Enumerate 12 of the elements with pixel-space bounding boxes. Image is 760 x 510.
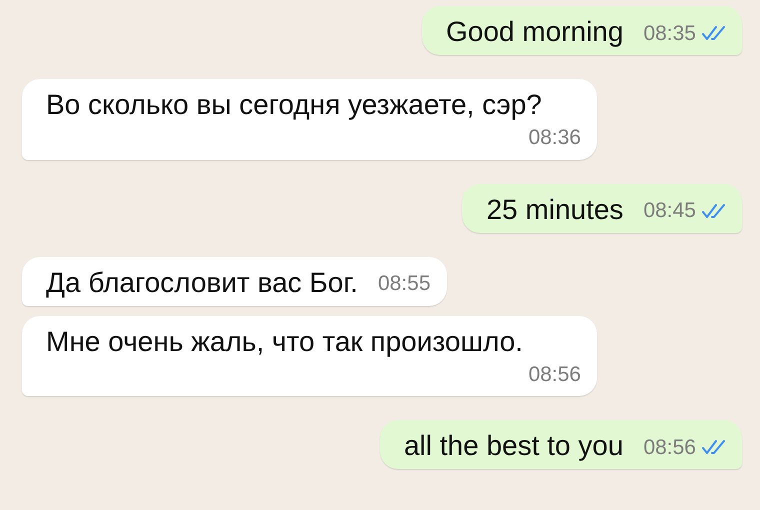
message-text: all the best to you [404, 429, 624, 463]
message-text: Good morning [446, 15, 624, 49]
message-text: Мне очень жаль, что так произошло. [46, 324, 523, 358]
message-text: Во сколько вы сегодня уезжаете, сэр? [46, 88, 542, 122]
message-time: 08:45 [643, 198, 696, 224]
message-time: 08:55 [378, 271, 431, 297]
message-text: 25 minutes [486, 192, 624, 226]
message-time: 08:56 [528, 362, 581, 388]
message-time: 08:36 [528, 125, 581, 151]
message-time: 08:35 [643, 20, 696, 46]
message-time: 08:56 [643, 434, 696, 460]
message-text: Да благословит вас Бог. [46, 266, 358, 300]
